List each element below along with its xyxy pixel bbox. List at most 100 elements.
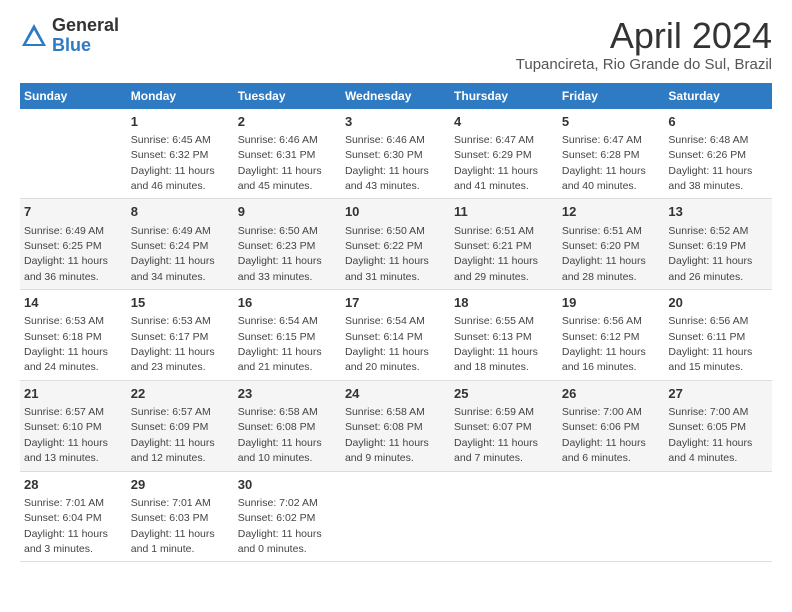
location-text: Tupancireta, Rio Grande do Sul, Brazil [516, 56, 772, 73]
calendar-cell: 19 Sunrise: 6:56 AMSunset: 6:12 PMDayligh… [558, 290, 665, 381]
day-number: 20 [668, 294, 768, 312]
day-number: 4 [454, 113, 554, 131]
calendar-cell: 22 Sunrise: 6:57 AMSunset: 6:09 PMDayligh… [127, 380, 234, 471]
header-saturday: Saturday [664, 83, 772, 109]
calendar-cell: 1Sunrise: 6:45 AMSunset: 6:32 PMDaylight… [127, 109, 234, 199]
day-number: 29 [131, 476, 230, 494]
calendar-header: Sunday Monday Tuesday Wednesday Thursday… [20, 83, 772, 109]
cell-info: Sunrise: 6:48 AMSunset: 6:26 PMDaylight:… [668, 134, 752, 192]
calendar-cell: 4 Sunrise: 6:47 AMSunset: 6:29 PMDaylight… [450, 109, 558, 199]
calendar-cell: 30 Sunrise: 7:02 AMSunset: 6:02 PMDayligh… [234, 471, 341, 562]
logo-blue-text: Blue [52, 36, 119, 56]
calendar-cell: 26Sunrise: 7:00 AMSunset: 6:06 PMDayligh… [558, 380, 665, 471]
day-number: 27 [668, 385, 768, 403]
calendar-cell: 8 Sunrise: 6:49 AMSunset: 6:24 PMDaylight… [127, 199, 234, 290]
calendar-cell: 12 Sunrise: 6:51 AMSunset: 6:20 PMDayligh… [558, 199, 665, 290]
calendar-cell [664, 471, 772, 562]
calendar-cell [20, 109, 127, 199]
header-wednesday: Wednesday [341, 83, 450, 109]
day-number: 3 [345, 113, 446, 131]
cell-info: Sunrise: 6:53 AMSunset: 6:18 PMDaylight:… [24, 315, 108, 373]
calendar-cell: 28Sunrise: 7:01 AMSunset: 6:04 PMDayligh… [20, 471, 127, 562]
calendar-cell: 6 Sunrise: 6:48 AMSunset: 6:26 PMDaylight… [664, 109, 772, 199]
calendar-cell: 24Sunrise: 6:58 AMSunset: 6:08 PMDayligh… [341, 380, 450, 471]
calendar-cell: 10 Sunrise: 6:50 AMSunset: 6:22 PMDayligh… [341, 199, 450, 290]
cell-info: Sunrise: 6:50 AMSunset: 6:23 PMDaylight:… [238, 225, 322, 283]
header-thursday: Thursday [450, 83, 558, 109]
cell-info: Sunrise: 6:49 AMSunset: 6:24 PMDaylight:… [131, 225, 215, 283]
logo-text: General Blue [52, 16, 119, 56]
cell-info: Sunrise: 7:02 AMSunset: 6:02 PMDaylight:… [238, 497, 322, 555]
calendar-cell: 2Sunrise: 6:46 AMSunset: 6:31 PMDaylight… [234, 109, 341, 199]
cell-info: Sunrise: 6:57 AMSunset: 6:09 PMDaylight:… [131, 406, 215, 464]
cell-info: Sunrise: 7:00 AMSunset: 6:05 PMDaylight:… [668, 406, 752, 464]
day-number: 23 [238, 385, 337, 403]
day-number: 8 [131, 203, 230, 221]
day-number: 10 [345, 203, 446, 221]
calendar-cell: 15Sunrise: 6:53 AMSunset: 6:17 PMDayligh… [127, 290, 234, 381]
logo-icon [20, 22, 48, 50]
header-sunday: Sunday [20, 83, 127, 109]
day-number: 12 [562, 203, 661, 221]
page-header: General Blue April 2024 Tupancireta, Rio… [20, 16, 772, 73]
day-number: 26 [562, 385, 661, 403]
day-number: 7 [24, 203, 123, 221]
calendar-cell: 23Sunrise: 6:58 AMSunset: 6:08 PMDayligh… [234, 380, 341, 471]
cell-info: Sunrise: 6:54 AMSunset: 6:15 PMDaylight:… [238, 315, 322, 373]
calendar-cell [341, 471, 450, 562]
calendar-cell: 5 Sunrise: 6:47 AMSunset: 6:28 PMDaylight… [558, 109, 665, 199]
calendar-cell: 25Sunrise: 6:59 AMSunset: 6:07 PMDayligh… [450, 380, 558, 471]
logo: General Blue [20, 16, 119, 56]
cell-info: Sunrise: 6:54 AMSunset: 6:14 PMDaylight:… [345, 315, 429, 373]
calendar-week-row: 7 Sunrise: 6:49 AMSunset: 6:25 PMDaylight… [20, 199, 772, 290]
calendar-week-row: 1Sunrise: 6:45 AMSunset: 6:32 PMDaylight… [20, 109, 772, 199]
calendar-cell [450, 471, 558, 562]
day-number: 22 [131, 385, 230, 403]
calendar-cell: 18 Sunrise: 6:55 AMSunset: 6:13 PMDayligh… [450, 290, 558, 381]
calendar-cell: 13 Sunrise: 6:52 AMSunset: 6:19 PMDayligh… [664, 199, 772, 290]
day-number: 5 [562, 113, 661, 131]
day-number: 25 [454, 385, 554, 403]
calendar-body: 1Sunrise: 6:45 AMSunset: 6:32 PMDaylight… [20, 109, 772, 562]
cell-info: Sunrise: 6:47 AMSunset: 6:29 PMDaylight:… [454, 134, 538, 192]
cell-info: Sunrise: 6:55 AMSunset: 6:13 PMDaylight:… [454, 315, 538, 373]
calendar-week-row: 28Sunrise: 7:01 AMSunset: 6:04 PMDayligh… [20, 471, 772, 562]
cell-info: Sunrise: 6:47 AMSunset: 6:28 PMDaylight:… [562, 134, 646, 192]
day-number: 18 [454, 294, 554, 312]
day-number: 30 [238, 476, 337, 494]
cell-info: Sunrise: 6:56 AMSunset: 6:12 PMDaylight:… [562, 315, 646, 373]
header-friday: Friday [558, 83, 665, 109]
calendar-cell: 9 Sunrise: 6:50 AMSunset: 6:23 PMDaylight… [234, 199, 341, 290]
cell-info: Sunrise: 6:49 AMSunset: 6:25 PMDaylight:… [24, 225, 108, 283]
day-number: 15 [131, 294, 230, 312]
calendar-cell: 3Sunrise: 6:46 AMSunset: 6:30 PMDaylight… [341, 109, 450, 199]
cell-info: Sunrise: 6:50 AMSunset: 6:22 PMDaylight:… [345, 225, 429, 283]
cell-info: Sunrise: 6:51 AMSunset: 6:20 PMDaylight:… [562, 225, 646, 283]
calendar-table: Sunday Monday Tuesday Wednesday Thursday… [20, 83, 772, 563]
day-number: 9 [238, 203, 337, 221]
day-number: 19 [562, 294, 661, 312]
calendar-cell: 29 Sunrise: 7:01 AMSunset: 6:03 PMDayligh… [127, 471, 234, 562]
calendar-week-row: 14 Sunrise: 6:53 AMSunset: 6:18 PMDayligh… [20, 290, 772, 381]
day-number: 2 [238, 113, 337, 131]
day-number: 14 [24, 294, 123, 312]
cell-info: Sunrise: 6:51 AMSunset: 6:21 PMDaylight:… [454, 225, 538, 283]
calendar-cell: 20 Sunrise: 6:56 AMSunset: 6:11 PMDayligh… [664, 290, 772, 381]
cell-info: Sunrise: 7:01 AMSunset: 6:03 PMDaylight:… [131, 497, 215, 555]
day-number: 13 [668, 203, 768, 221]
calendar-cell: 11Sunrise: 6:51 AMSunset: 6:21 PMDayligh… [450, 199, 558, 290]
cell-info: Sunrise: 6:52 AMSunset: 6:19 PMDaylight:… [668, 225, 752, 283]
header-monday: Monday [127, 83, 234, 109]
cell-info: Sunrise: 7:01 AMSunset: 6:04 PMDaylight:… [24, 497, 108, 555]
day-number: 6 [668, 113, 768, 131]
month-title: April 2024 [516, 16, 772, 56]
calendar-cell: 17Sunrise: 6:54 AMSunset: 6:14 PMDayligh… [341, 290, 450, 381]
header-row: Sunday Monday Tuesday Wednesday Thursday… [20, 83, 772, 109]
day-number: 16 [238, 294, 337, 312]
cell-info: Sunrise: 6:56 AMSunset: 6:11 PMDaylight:… [668, 315, 752, 373]
day-number: 24 [345, 385, 446, 403]
header-tuesday: Tuesday [234, 83, 341, 109]
calendar-cell: 16 Sunrise: 6:54 AMSunset: 6:15 PMDayligh… [234, 290, 341, 381]
day-number: 21 [24, 385, 123, 403]
day-number: 1 [131, 113, 230, 131]
